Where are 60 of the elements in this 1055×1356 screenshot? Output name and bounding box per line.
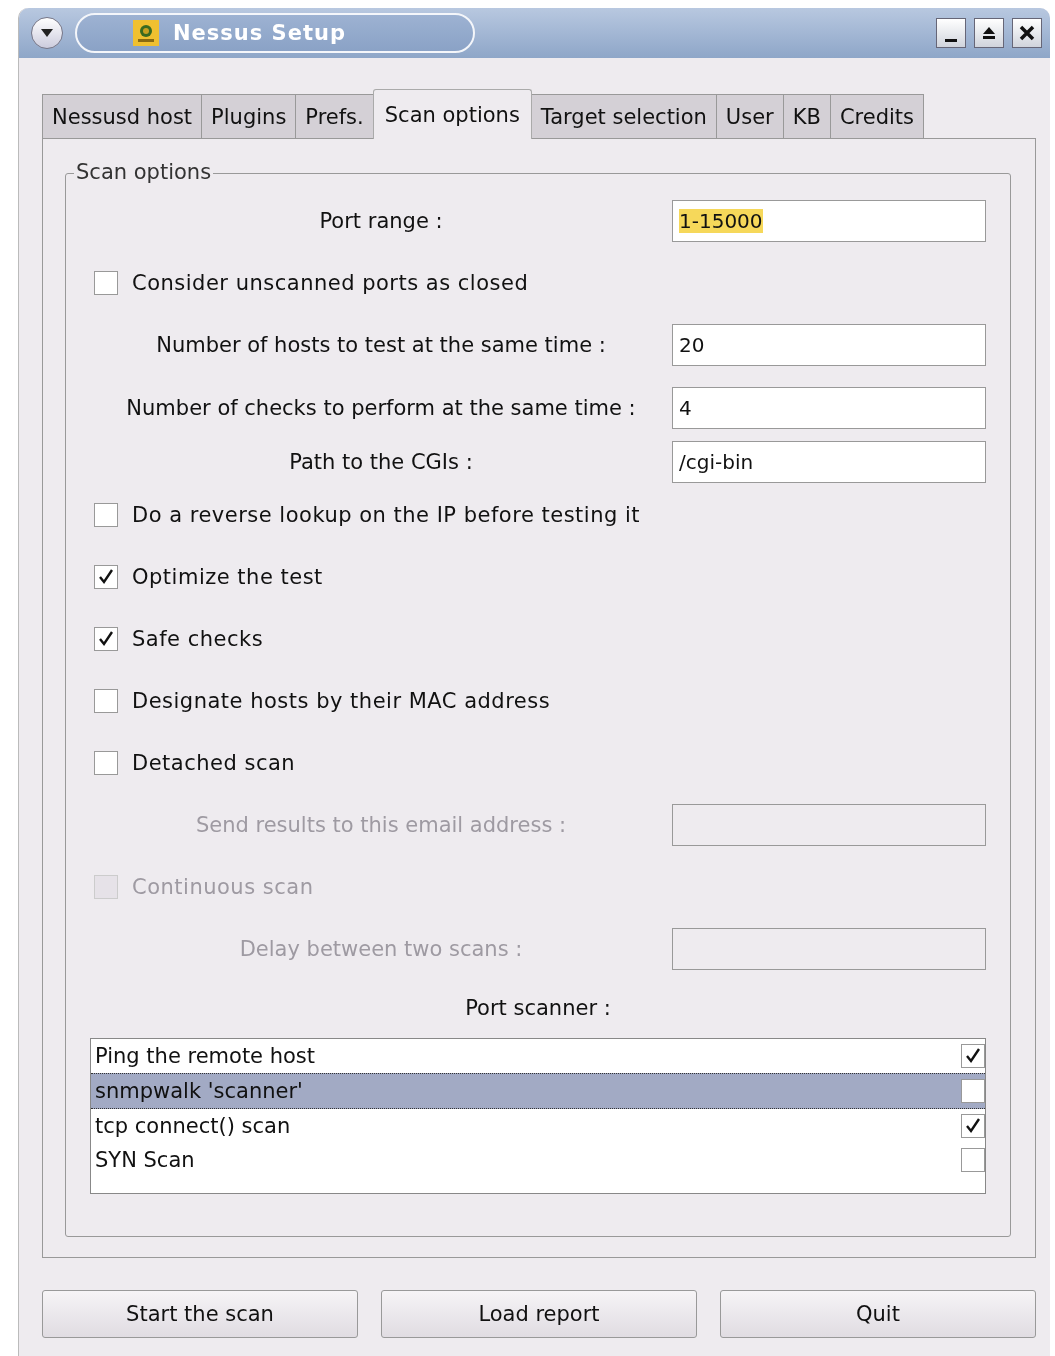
checkbox[interactable]	[961, 1114, 985, 1138]
tab[interactable]: Scan options	[372, 89, 532, 139]
input-field[interactable]	[672, 804, 986, 846]
tab[interactable]: Plugins	[201, 94, 297, 138]
checkbox-label: Do a reverse lookup on the IP before testing it	[132, 503, 641, 527]
field-label: Path to the CGIs :	[288, 450, 474, 474]
window-menu-button[interactable]	[31, 17, 63, 49]
minimize-button[interactable]	[936, 18, 966, 48]
close-icon	[1019, 25, 1035, 41]
port-scanner-label: Port scanner :	[464, 995, 612, 1022]
field-label: Port range :	[318, 209, 444, 233]
list-item[interactable]: tcp connect() scan	[91, 1109, 985, 1143]
window-title: Nessus Setup	[173, 21, 346, 45]
checkbox[interactable]	[961, 1079, 985, 1103]
field-label: Number of hosts to test at the same time :	[155, 333, 607, 357]
close-button[interactable]	[1012, 18, 1042, 48]
checkbox-label: Optimize the test	[132, 565, 323, 589]
checkbox[interactable]	[94, 689, 118, 713]
push-button[interactable]: Quit	[720, 1290, 1036, 1338]
checkbox[interactable]	[94, 627, 118, 651]
list-item[interactable]: Ping the remote host	[91, 1039, 985, 1073]
input-field[interactable]: 20	[672, 324, 986, 366]
tab[interactable]: Nessusd host	[42, 94, 203, 138]
tab[interactable]: Target selection	[530, 94, 717, 138]
input-field[interactable]: /cgi-bin	[672, 441, 986, 483]
tab[interactable]: KB	[782, 94, 831, 138]
checkbox-label: Safe checks	[132, 627, 264, 651]
checkmark-icon	[964, 1047, 982, 1065]
checkmark-icon	[97, 568, 115, 586]
caret-icon	[39, 27, 55, 39]
tab[interactable]: User	[715, 94, 784, 138]
checkbox-label: Designate hosts by their MAC address	[132, 689, 551, 713]
list-item[interactable]: snmpwalk 'scanner'	[91, 1073, 985, 1109]
tab[interactable]: Credits	[829, 94, 925, 138]
push-button[interactable]: Start the scan	[42, 1290, 358, 1338]
input-field[interactable]	[672, 928, 986, 970]
maximize-button[interactable]	[974, 18, 1004, 48]
group-title: Scan options	[74, 160, 214, 184]
field-label: Number of checks to perform at the same time :	[125, 396, 637, 420]
checkbox-label: Consider unscanned ports as closed	[132, 271, 529, 295]
minimize-icon	[945, 38, 957, 42]
input-field[interactable]: 4	[672, 387, 986, 429]
checkbox-label: Continuous scan	[132, 875, 314, 899]
app-icon	[133, 20, 159, 46]
field-label: Send results to this email address :	[194, 813, 568, 837]
list-item[interactable]: SYN Scan	[91, 1143, 985, 1177]
field-label: Delay between two scans :	[238, 937, 524, 961]
checkmark-icon	[964, 1117, 982, 1135]
maximize-icon	[981, 25, 997, 41]
checkbox[interactable]	[94, 271, 118, 295]
checkbox[interactable]	[94, 565, 118, 589]
input-field[interactable]: 1-15000	[672, 200, 986, 242]
checkbox[interactable]	[94, 751, 118, 775]
push-button[interactable]: Load report	[381, 1290, 697, 1338]
checkbox-label: Detached scan	[132, 751, 296, 775]
checkbox[interactable]	[961, 1044, 985, 1068]
checkbox[interactable]	[961, 1148, 985, 1172]
tab[interactable]: Prefs.	[295, 94, 374, 138]
checkmark-icon	[97, 630, 115, 648]
checkbox[interactable]	[94, 503, 118, 527]
